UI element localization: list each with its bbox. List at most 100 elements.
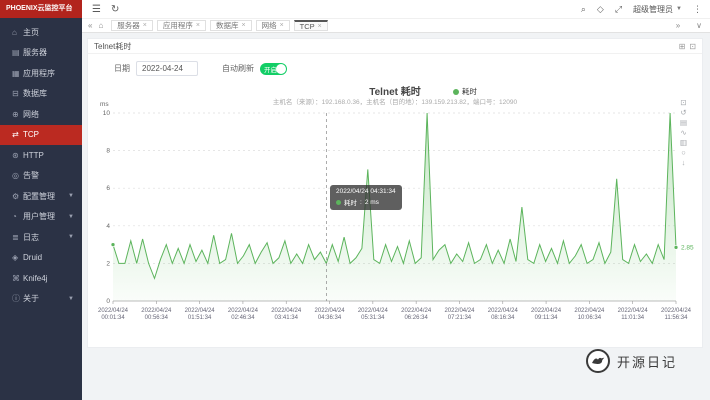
logs-icon: ≣ [12, 233, 23, 242]
search-icon[interactable]: ⌕ [581, 4, 586, 15]
content-area: Telnet耗时 ⊞ ⊡ 日期 自动刷新 开启 Telnet 耗时 耗时 主机名… [82, 33, 710, 400]
knife4j-icon: ⌘ [12, 274, 23, 283]
svg-text:2022/04/2411:56:34: 2022/04/2411:56:34 [661, 308, 692, 321]
close-icon[interactable]: × [196, 22, 200, 29]
svg-text:2.85: 2.85 [681, 244, 694, 251]
date-label: 日期 [114, 63, 130, 74]
popout-icon[interactable]: ⊞ [679, 42, 686, 51]
chevron-down-icon: ▼ [676, 6, 682, 12]
tags-bar: « ⌂ 服务器× 应用程序× 数据库× 网络× TCP× » ∨ [82, 19, 710, 33]
tab-服务器[interactable]: 服务器× [111, 20, 153, 31]
refresh-icon[interactable]: ↻ [111, 4, 119, 15]
watermark: 开源日记 [586, 349, 677, 373]
tab-TCP[interactable]: TCP× [294, 20, 328, 31]
panel-title: Telnet耗时 [88, 41, 131, 52]
sidebar-item-about[interactable]: ⓘ关于▼ [0, 289, 82, 310]
database-icon: ⊟ [12, 89, 23, 98]
bar-chart-icon[interactable]: ▥ [680, 139, 687, 147]
svg-text:2022/04/2409:11:34: 2022/04/2409:11:34 [531, 308, 562, 321]
sidebar-menu: ⌂主页▤服务器▦应用程序⊟数据库⊕网络⇄TCP⊛HTTP◎告警⚙配置管理▼◔用户… [0, 18, 82, 309]
fullscreen-icon[interactable]: ⤢ [615, 4, 622, 15]
legend-dot-icon [453, 89, 459, 95]
sidebar-item-home[interactable]: ⌂主页 [0, 22, 82, 43]
more-icon[interactable]: ⋮ [693, 4, 702, 15]
sidebar: PHOENIX云监控平台 ⌂主页▤服务器▦应用程序⊟数据库⊕网络⇄TCP⊛HTT… [0, 0, 82, 400]
tab-数据库[interactable]: 数据库× [210, 20, 252, 31]
svg-text:2022/04/2404:36:34: 2022/04/2404:36:34 [315, 308, 346, 321]
restore-icon[interactable]: ↺ [680, 109, 687, 117]
svg-text:8: 8 [106, 148, 110, 155]
toggle-knob [276, 64, 286, 74]
date-input[interactable] [136, 61, 198, 76]
druid-icon: ◈ [12, 253, 23, 262]
apps-icon: ▦ [12, 69, 23, 78]
svg-text:6: 6 [106, 185, 110, 192]
svg-text:0: 0 [106, 298, 110, 305]
tcp-icon: ⇄ [12, 130, 23, 139]
sidebar-item-server[interactable]: ▤服务器 [0, 43, 82, 64]
refresh-icon[interactable]: ○ [680, 149, 687, 157]
sidebar-item-knife4j[interactable]: ⌘Knife4j [0, 268, 82, 289]
bird-logo-icon [586, 349, 610, 373]
svg-text:2022/04/2401:51:34: 2022/04/2401:51:34 [185, 308, 216, 321]
sidebar-item-alarm[interactable]: ◎告警 [0, 166, 82, 187]
svg-text:2: 2 [106, 260, 110, 267]
sidebar-item-apps[interactable]: ▦应用程序 [0, 63, 82, 84]
svg-text:2022/04/2400:56:34: 2022/04/2400:56:34 [141, 308, 172, 321]
sidebar-item-network[interactable]: ⊕网络 [0, 104, 82, 125]
svg-text:2022/04/2402:46:34: 2022/04/2402:46:34 [228, 308, 259, 321]
close-icon[interactable]: × [280, 22, 284, 29]
user-dropdown[interactable]: 超级管理员 ▼ [633, 4, 682, 15]
chevron-down-icon: ▼ [68, 234, 74, 240]
theme-icon[interactable]: ◇ [597, 4, 604, 15]
pin-icon[interactable]: ⊡ [689, 42, 696, 51]
auto-refresh-toggle[interactable]: 开启 [260, 63, 287, 75]
save-image-icon[interactable]: ↓ [680, 159, 687, 167]
sidebar-item-users[interactable]: ◔用户管理▼ [0, 207, 82, 228]
panel-header: Telnet耗时 ⊞ ⊡ [88, 39, 702, 54]
filter-row: 日期 自动刷新 开启 [114, 61, 287, 76]
tab-应用程序[interactable]: 应用程序× [157, 20, 206, 31]
watermark-text: 开源日记 [617, 352, 677, 371]
svg-text:ms: ms [100, 101, 109, 108]
chevron-down-icon: ▼ [68, 193, 74, 199]
svg-text:2022/04/2411:01:34: 2022/04/2411:01:34 [618, 308, 649, 321]
svg-text:2022/04/2405:31:34: 2022/04/2405:31:34 [358, 308, 389, 321]
tab-网络[interactable]: 网络× [256, 20, 290, 31]
tabs-menu-icon[interactable]: ∨ [696, 21, 702, 30]
top-navbar: ☰ ↻ ⌕ ◇ ⤢ 超级管理员 ▼ ⋮ [82, 0, 710, 19]
home-icon: ⌂ [12, 28, 23, 37]
data-view-icon[interactable]: ▤ [680, 119, 687, 127]
svg-text:2022/04/2407:21:34: 2022/04/2407:21:34 [444, 308, 475, 321]
zoom-box-icon[interactable]: ⊡ [680, 99, 687, 107]
user-name: 超级管理员 [633, 4, 673, 15]
users-icon: ◔ [12, 212, 23, 221]
chevron-down-icon: ▼ [68, 214, 74, 220]
close-icon[interactable]: × [241, 22, 245, 29]
close-icon[interactable]: × [143, 22, 147, 29]
chart-canvas[interactable]: ms02468102022/04/2400:01:342022/04/2400:… [90, 97, 702, 331]
auto-refresh-label: 自动刷新 [222, 63, 254, 74]
svg-text:2022/04/2403:41:34: 2022/04/2403:41:34 [271, 308, 302, 321]
home-icon[interactable]: ⌂ [98, 21, 103, 30]
sidebar-item-http[interactable]: ⊛HTTP [0, 145, 82, 166]
sidebar-item-logs[interactable]: ≣日志▼ [0, 227, 82, 248]
arrow-left-icon[interactable]: « [88, 21, 92, 30]
sidebar-item-druid[interactable]: ◈Druid [0, 248, 82, 269]
svg-text:2022/04/2410:06:34: 2022/04/2410:06:34 [574, 308, 605, 321]
sidebar-item-config[interactable]: ⚙配置管理▼ [0, 186, 82, 207]
svg-text:2022/04/2406:26:34: 2022/04/2406:26:34 [401, 308, 432, 321]
about-icon: ⓘ [12, 293, 23, 304]
svg-text:4: 4 [106, 223, 110, 230]
arrow-right-icon[interactable]: » [676, 21, 680, 30]
line-chart-icon[interactable]: ∿ [680, 129, 687, 137]
svg-text:2022/04/2408:16:34: 2022/04/2408:16:34 [488, 308, 519, 321]
server-icon: ▤ [12, 48, 23, 57]
tab-list: 服务器× 应用程序× 数据库× 网络× TCP× [111, 20, 327, 31]
telnet-panel: Telnet耗时 ⊞ ⊡ 日期 自动刷新 开启 Telnet 耗时 耗时 主机名… [87, 38, 703, 348]
http-icon: ⊛ [12, 151, 23, 160]
menu-collapse-icon[interactable]: ☰ [92, 4, 101, 15]
close-icon[interactable]: × [318, 23, 322, 30]
sidebar-item-tcp[interactable]: ⇄TCP [0, 125, 82, 146]
sidebar-item-database[interactable]: ⊟数据库 [0, 84, 82, 105]
